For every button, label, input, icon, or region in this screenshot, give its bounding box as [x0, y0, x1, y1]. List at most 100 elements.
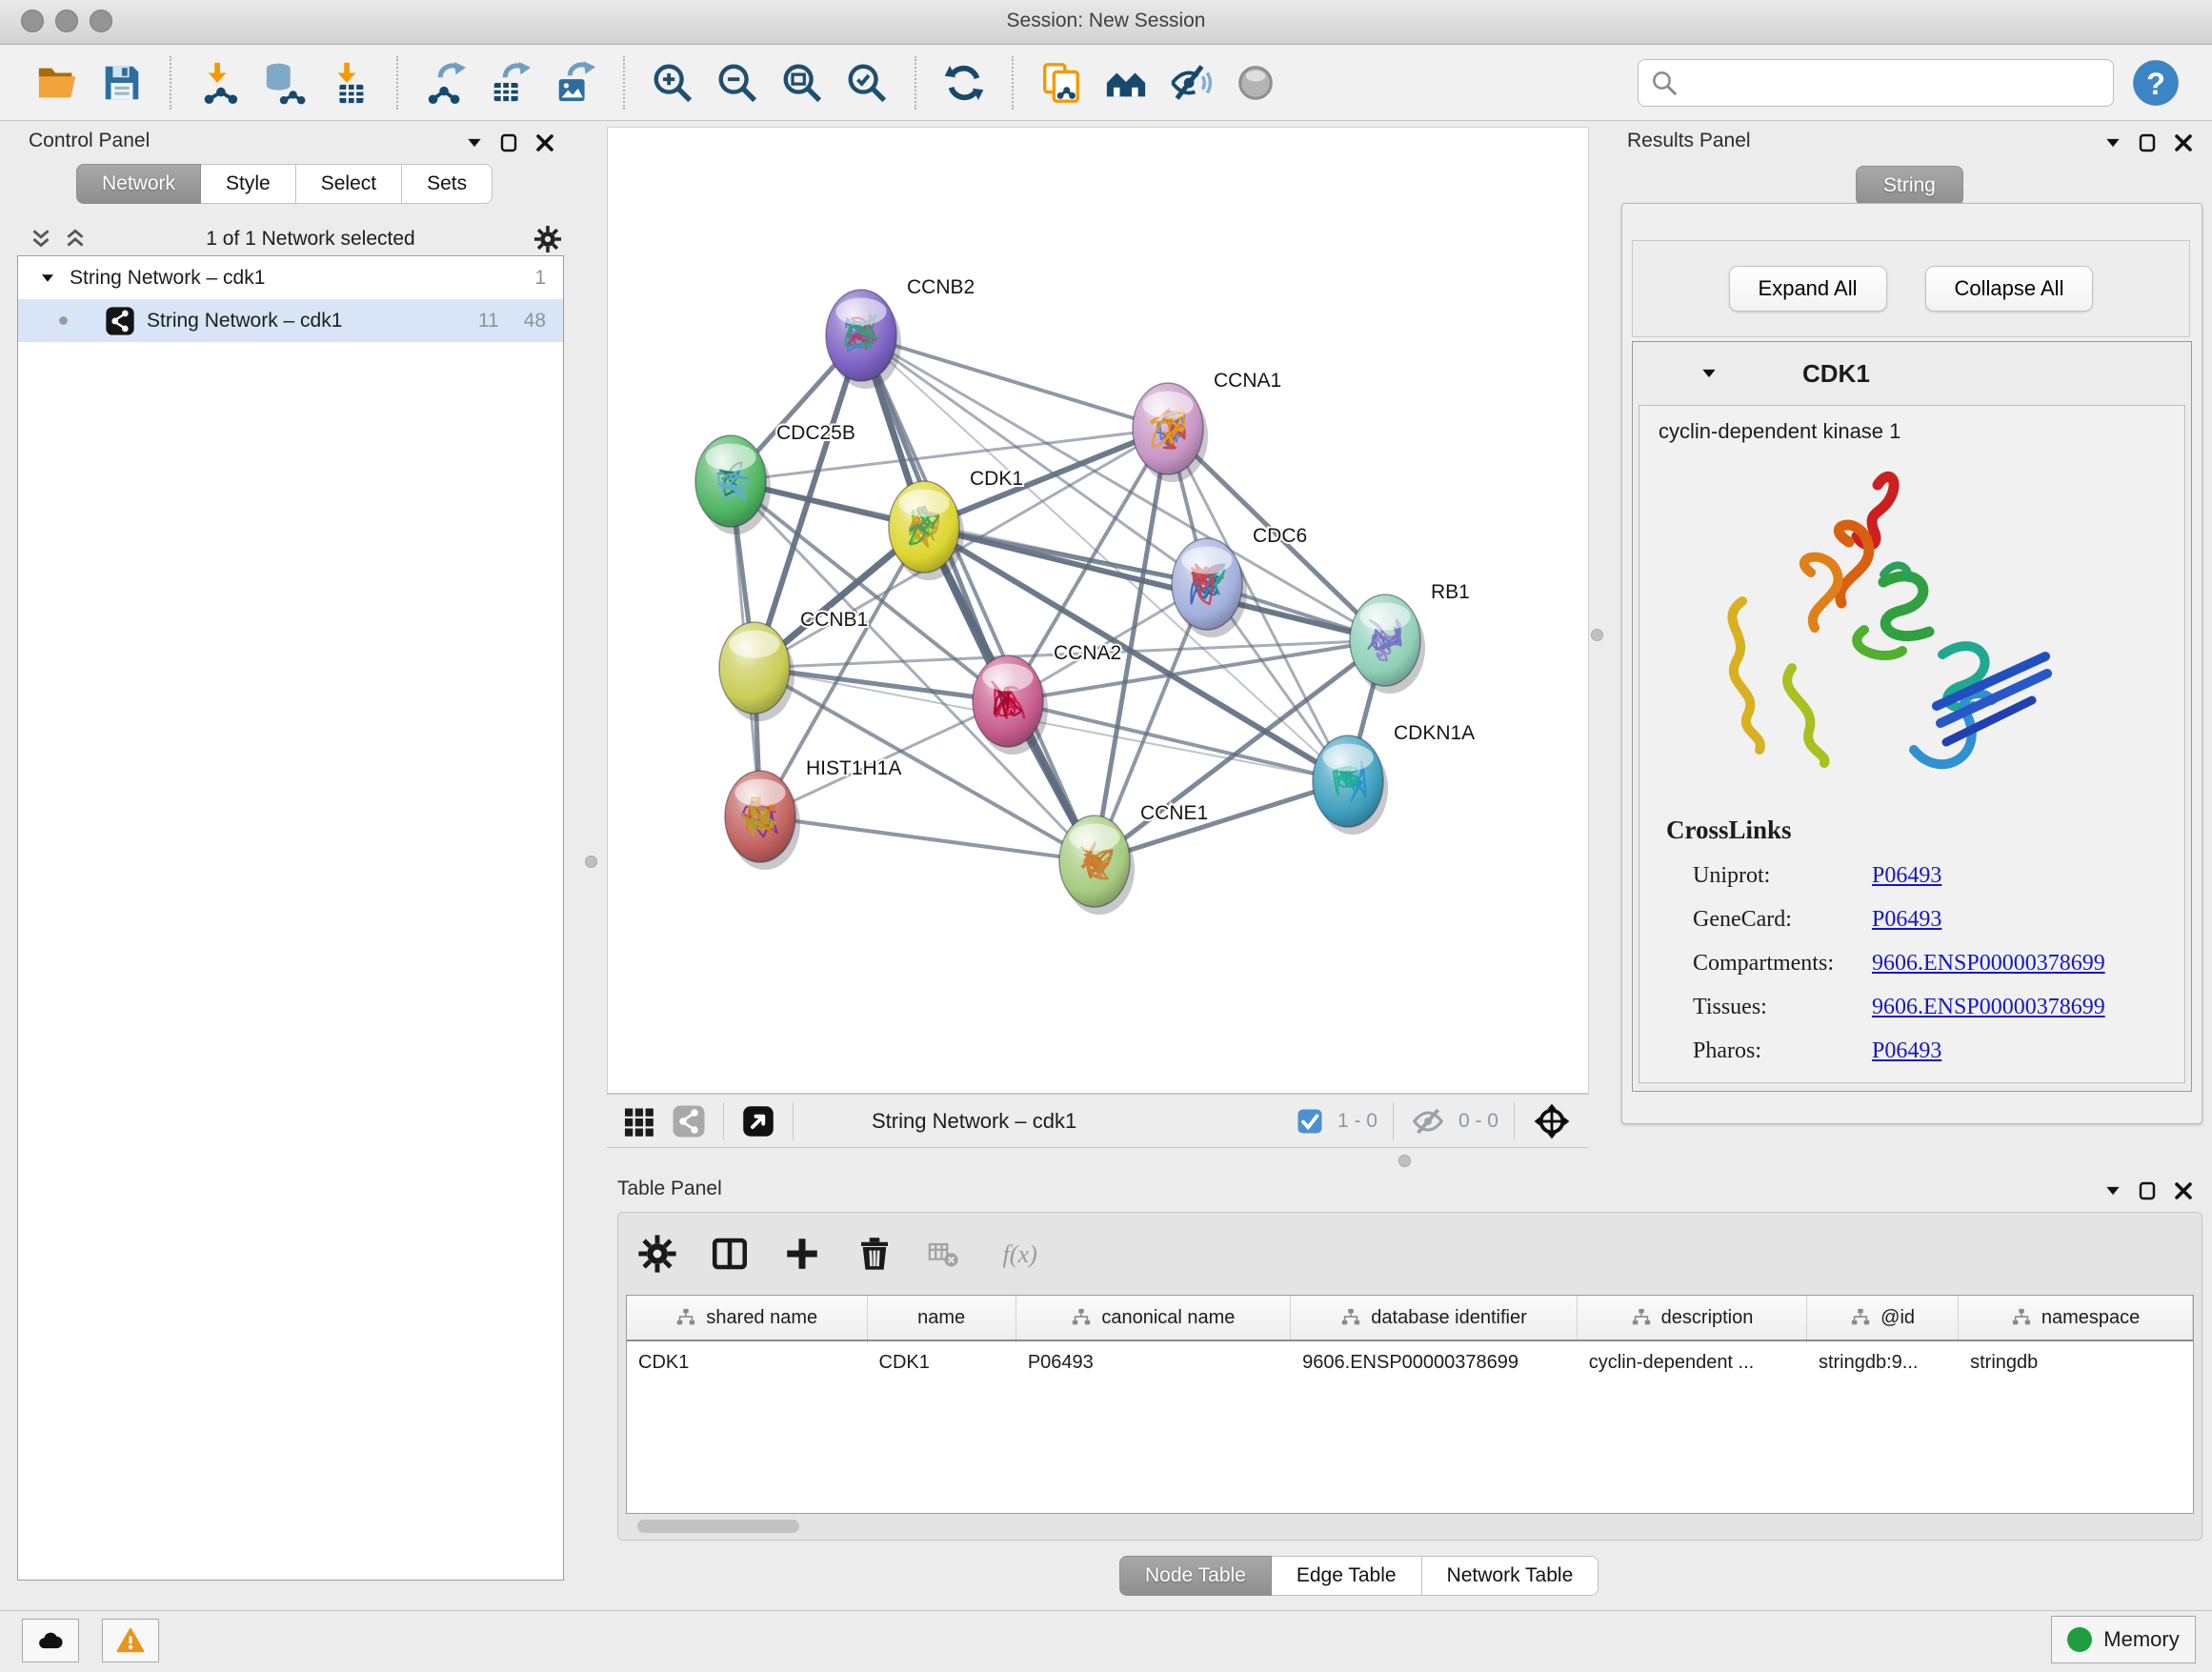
column-type-icon [1850, 1307, 1871, 1328]
function-builder-icon [992, 1234, 1047, 1274]
panel-menu-icon[interactable] [2103, 1181, 2122, 1200]
export-table-button[interactable] [485, 56, 536, 110]
right-splitter-handle[interactable] [1591, 629, 1603, 641]
column-header-description[interactable]: description [1578, 1296, 1807, 1340]
crosslink-link[interactable]: P06493 [1872, 907, 1941, 933]
toolbar-separator [170, 56, 171, 110]
table-panel-controls [2103, 1179, 2195, 1202]
add-column-icon[interactable] [782, 1234, 822, 1274]
hide-eye-icon [1169, 61, 1213, 105]
tab-select[interactable]: Select [296, 164, 402, 204]
import-network-button[interactable] [193, 56, 245, 110]
zoom-in-button[interactable] [647, 56, 698, 110]
table-horizontal-scrollbar[interactable] [637, 1520, 799, 1533]
table-settings-gear-icon[interactable] [637, 1234, 677, 1274]
crosslink-link[interactable]: 9606.ENSP00000378699 [1872, 951, 2105, 977]
crosslink-link[interactable]: 9606.ENSP00000378699 [1872, 995, 2105, 1020]
show-eye-button[interactable] [1230, 56, 1281, 110]
save-session-button[interactable] [96, 56, 148, 110]
float-panel-icon[interactable] [2136, 131, 2159, 154]
network-tree-root-row[interactable]: String Network – cdk1 1 [18, 256, 563, 299]
crosslink-link[interactable]: P06493 [1872, 863, 1941, 889]
float-panel-icon[interactable] [497, 131, 520, 154]
network-node-HIST1H1A[interactable]: HIST1H1A [725, 757, 901, 870]
entry-collapse-caret-icon[interactable] [1699, 364, 1719, 383]
selected-checkbox-icon[interactable] [1296, 1107, 1324, 1136]
zoom-out-icon [715, 61, 759, 105]
export-network-button[interactable] [420, 56, 472, 110]
float-panel-icon[interactable] [2136, 1179, 2159, 1202]
panel-menu-icon[interactable] [2103, 133, 2122, 152]
results-panel-tab-string[interactable]: String [1856, 166, 1963, 206]
clone-network-button[interactable] [1036, 56, 1087, 110]
column-header-namespace[interactable]: namespace [1959, 1296, 2193, 1340]
export-image-button[interactable] [550, 56, 601, 110]
close-panel-icon[interactable] [2172, 1179, 2195, 1202]
search-box[interactable] [1638, 59, 2114, 107]
collapse-all-networks-icon[interactable] [63, 227, 88, 252]
delete-column-trash-icon[interactable] [855, 1234, 895, 1274]
show-columns-icon[interactable] [710, 1234, 750, 1274]
column-header-database-identifier[interactable]: database identifier [1291, 1296, 1578, 1340]
fit-selected-crosshair-button[interactable] [1532, 1101, 1572, 1141]
import-database-button[interactable] [258, 56, 310, 110]
memory-button[interactable]: Memory [2051, 1616, 2196, 1663]
network-tree-item-row[interactable]: String Network – cdk1 11 48 [18, 299, 563, 342]
network-edge-CCNB2-CCNE1[interactable] [861, 335, 1095, 861]
expand-all-button[interactable]: Expand All [1729, 266, 1887, 312]
network-node-CCNA2[interactable]: CCNA2 [973, 642, 1121, 755]
network-edge-CDKN1A-CCNE1[interactable] [1095, 781, 1348, 861]
close-panel-icon[interactable] [533, 131, 556, 154]
tree-expand-caret-icon[interactable] [39, 270, 56, 287]
bottom-splitter-handle[interactable] [1398, 1155, 1411, 1167]
zoom-out-button[interactable] [712, 56, 763, 110]
network-canvas[interactable]: CCNB2CCNA1CDC25BCDK1CDC6RB1CCNB1CCNA2CDK… [607, 127, 1589, 1094]
panel-menu-icon[interactable] [465, 133, 484, 152]
network-edge-CCNA2-CDKN1A[interactable] [1008, 701, 1348, 781]
network-options-gear-icon[interactable] [533, 225, 562, 253]
table-row[interactable]: CDK1CDK1P064939606.ENSP00000378699cyclin… [627, 1341, 2193, 1383]
tab-style[interactable]: Style [201, 164, 296, 204]
zoom-fit-button[interactable] [776, 56, 828, 110]
tab-node-table[interactable]: Node Table [1119, 1556, 1272, 1596]
tab-network-table[interactable]: Network Table [1422, 1556, 1599, 1596]
warnings-button[interactable] [102, 1619, 159, 1662]
birdseye-view-button[interactable] [741, 1104, 775, 1138]
column-header--id[interactable]: @id [1807, 1296, 1959, 1340]
control-panel-tabs: NetworkStyleSelectSets [76, 164, 493, 204]
left-splitter-handle[interactable] [585, 856, 597, 868]
network-edge-CCNB2-CCNA1[interactable] [861, 335, 1168, 429]
network-node-RB1[interactable]: RB1 [1350, 581, 1470, 694]
crosslink-link[interactable]: P06493 [1872, 1038, 1941, 1064]
network-edge-HIST1H1A-CCNE1[interactable] [760, 816, 1095, 861]
grid-view-button[interactable] [622, 1104, 656, 1138]
string-style-button[interactable] [672, 1104, 706, 1138]
toolbar-separator [623, 56, 625, 110]
cloud-status-button[interactable] [22, 1619, 79, 1662]
search-input[interactable] [1679, 63, 2101, 103]
network-edge-CDK1-RB1[interactable] [924, 527, 1385, 640]
expand-all-networks-icon[interactable] [29, 227, 53, 252]
tab-edge-table[interactable]: Edge Table [1272, 1556, 1422, 1596]
column-header-canonical-name[interactable]: canonical name [1016, 1296, 1291, 1340]
tab-network[interactable]: Network [76, 164, 201, 204]
network-node-CDC6[interactable]: CDC6 [1172, 525, 1307, 637]
network-graph[interactable]: CCNB2CCNA1CDC25BCDK1CDC6RB1CCNB1CCNA2CDK… [608, 128, 1588, 1093]
collapse-all-button[interactable]: Collapse All [1925, 266, 2094, 312]
home-view-button[interactable] [1100, 56, 1152, 110]
main-toolbar [0, 45, 2212, 121]
column-header-name[interactable]: name [868, 1296, 1016, 1340]
import-table-button[interactable] [323, 56, 374, 110]
network-node-CDKN1A[interactable]: CDKN1A [1313, 722, 1475, 835]
close-panel-icon[interactable] [2172, 131, 2195, 154]
help-button[interactable] [2131, 58, 2181, 108]
tab-sets[interactable]: Sets [402, 164, 493, 204]
column-header-shared-name[interactable]: shared name [627, 1296, 868, 1340]
zoom-selected-button[interactable] [841, 56, 893, 110]
network-node-CCNE1[interactable]: CCNE1 [1059, 802, 1208, 915]
open-session-button[interactable] [31, 56, 83, 110]
node-table[interactable]: shared namenamecanonical namedatabase id… [626, 1295, 2194, 1514]
refresh-view-button[interactable] [938, 56, 990, 110]
hide-eye-button[interactable] [1165, 56, 1217, 110]
result-entry-header[interactable]: CDK1 [1633, 342, 2191, 405]
